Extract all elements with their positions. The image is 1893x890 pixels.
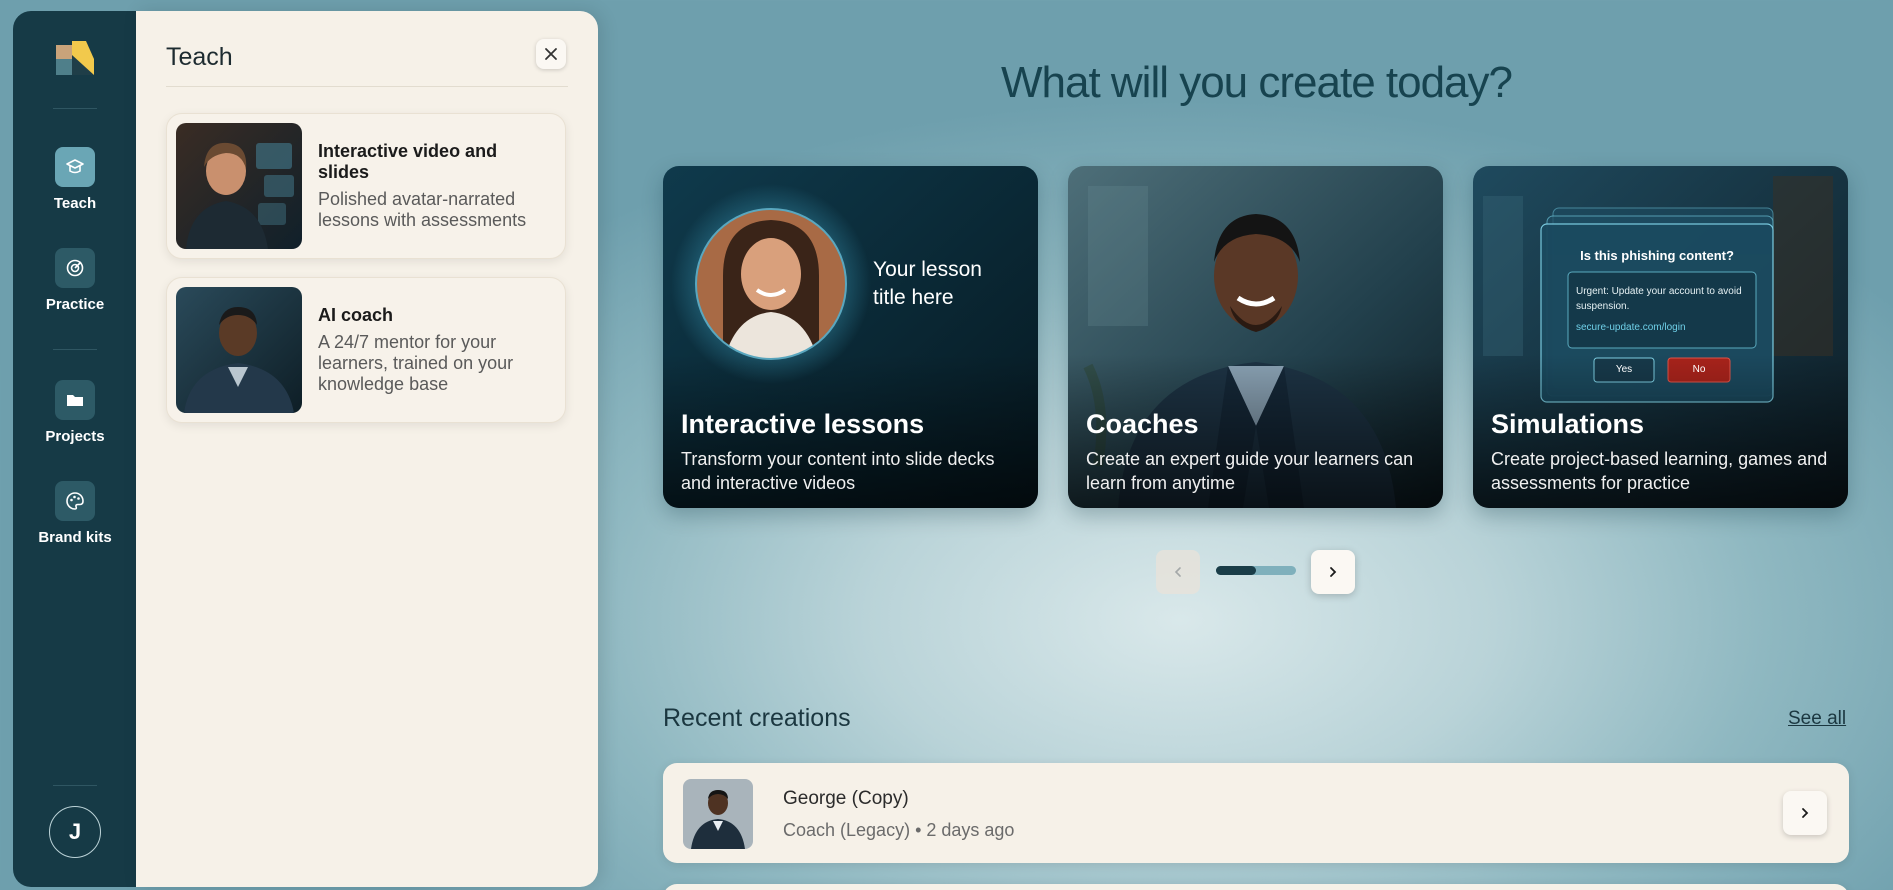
nav-label: Practice: [45, 296, 105, 313]
folder-icon: [55, 380, 95, 420]
page-headline: What will you create today?: [1000, 58, 1513, 107]
option-thumbnail: [176, 287, 302, 413]
option-title: Interactive video and slides: [318, 141, 498, 182]
sim-no-button: No: [1692, 364, 1706, 375]
nav-label: Brand kits: [38, 529, 112, 546]
lesson-title-preview: Your lesson title here: [873, 258, 982, 309]
template-title: Simulations: [1491, 409, 1645, 439]
nav-item-brand-kits[interactable]: Brand kits: [13, 481, 137, 546]
chevron-left-icon: [1174, 567, 1181, 577]
template-description: Transform your content into slide decks …: [681, 449, 995, 493]
carousel-progress-fill: [1216, 566, 1256, 575]
recent-item[interactable]: [663, 884, 1849, 890]
rail-divider: [53, 349, 97, 350]
option-thumbnail: [176, 123, 302, 249]
chevron-right-icon: [1802, 808, 1809, 818]
target-icon: [55, 248, 95, 288]
nav-label: Teach: [53, 195, 97, 212]
carousel-prev-button[interactable]: [1156, 550, 1200, 594]
rail-divider: [53, 108, 97, 109]
nav-item-practice[interactable]: Practice: [13, 248, 137, 313]
see-all-link[interactable]: See all: [1788, 708, 1846, 730]
panel-title: Teach: [166, 43, 233, 71]
app-logo[interactable]: [56, 41, 94, 79]
nav-label: Projects: [45, 428, 105, 445]
teach-panel: Teach Interactive video and slides Polis…: [136, 11, 598, 887]
carousel-next-button[interactable]: [1311, 550, 1355, 594]
option-ai-coach[interactable]: AI coach A 24/7 mentor for your learners…: [166, 277, 566, 423]
sidebar-rail: Teach Practice Projects Brand kits J: [13, 11, 137, 887]
template-card-interactive-lessons[interactable]: Your lesson title here Interactive lesso…: [663, 166, 1038, 508]
palette-icon: [55, 481, 95, 521]
nav-item-projects[interactable]: Projects: [13, 380, 137, 445]
nav-item-teach[interactable]: Teach: [13, 147, 137, 212]
option-description: A 24/7 mentor for your learners, trained…: [318, 332, 514, 394]
recent-section-title: Recent creations: [663, 704, 851, 732]
close-icon: [545, 48, 557, 60]
chevron-right-icon: [1330, 567, 1337, 577]
recent-item-thumbnail: [683, 779, 753, 849]
panel-divider: [166, 86, 568, 87]
sim-yes-button: Yes: [1615, 364, 1633, 375]
close-panel-button[interactable]: [536, 39, 566, 69]
option-description: Polished avatar-narrated lessons with as…: [318, 189, 527, 230]
carousel-progress: [1216, 566, 1296, 575]
option-interactive-video[interactable]: Interactive video and slides Polished av…: [166, 113, 566, 259]
template-card-coaches[interactable]: Coaches Create an expert guide your lear…: [1068, 166, 1443, 508]
user-avatar[interactable]: J: [49, 806, 101, 858]
sim-link: secure-update.com/login: [1576, 322, 1686, 333]
recent-item-name: George (Copy): [783, 788, 909, 809]
template-description: Create project-based learning, games and…: [1491, 449, 1828, 493]
template-card-simulations[interactable]: Is this phishing content? Urgent: Update…: [1473, 166, 1848, 508]
sim-question: Is this phishing content?: [1580, 248, 1734, 263]
recent-item[interactable]: George (Copy) Coach (Legacy) • 2 days ag…: [663, 763, 1849, 863]
graduation-cap-icon: [55, 147, 95, 187]
template-title: Coaches: [1086, 409, 1199, 439]
template-description: Create an expert guide your learners can…: [1086, 449, 1414, 493]
template-title: Interactive lessons: [681, 409, 925, 439]
sim-message: Urgent: Update your account to avoid sus…: [1576, 286, 1742, 312]
rail-divider: [53, 785, 97, 786]
recent-item-meta: Coach (Legacy) • 2 days ago: [783, 820, 1015, 840]
option-title: AI coach: [318, 305, 394, 325]
open-item-button[interactable]: [1783, 791, 1827, 835]
